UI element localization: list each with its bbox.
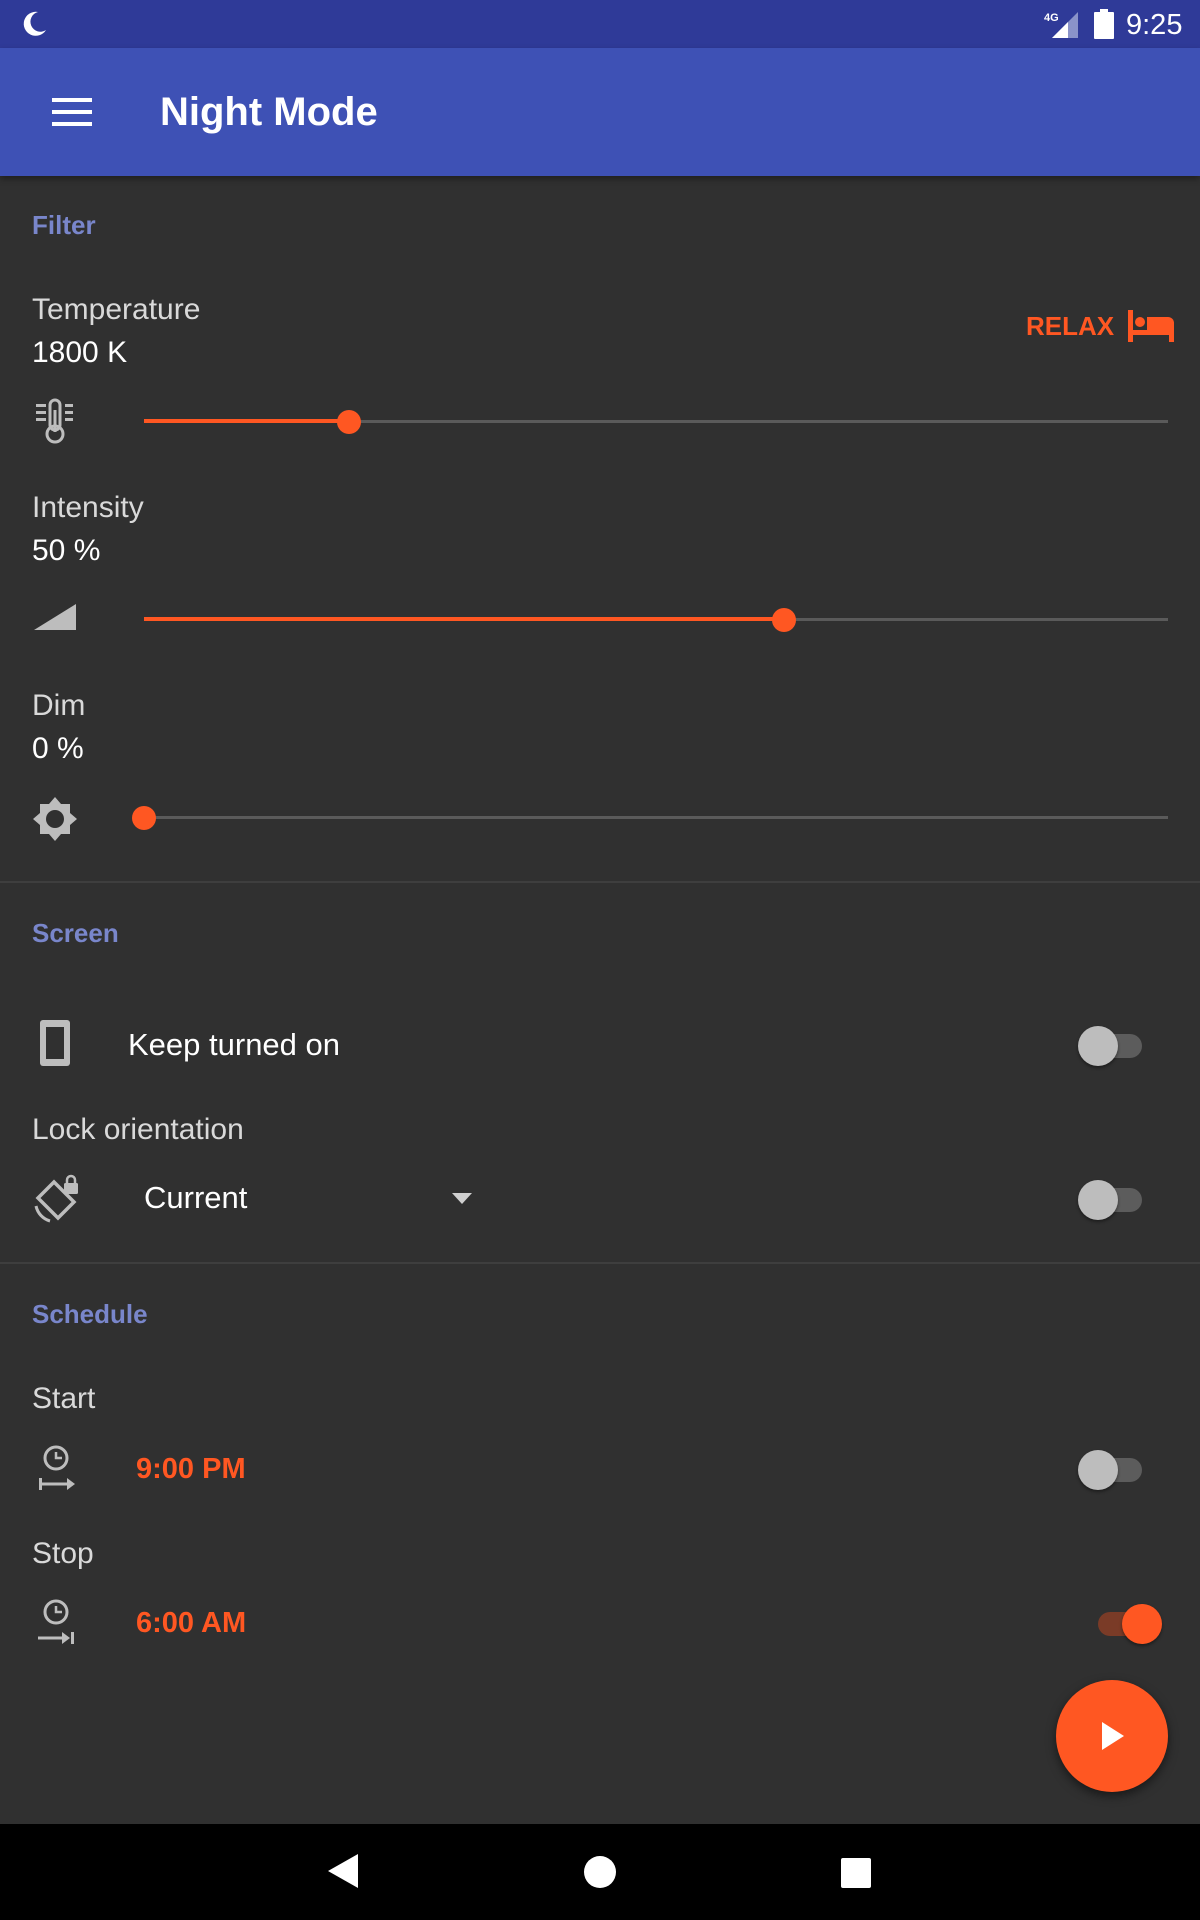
slider-fill (144, 617, 784, 621)
slider-fill (144, 419, 349, 423)
navigation-bar (0, 1824, 1200, 1920)
temperature-label: Temperature (32, 293, 201, 326)
play-icon (1102, 1722, 1124, 1750)
battery-icon (1094, 9, 1114, 39)
toggle-thumb (1078, 1450, 1118, 1490)
keep-on-toggle[interactable] (1078, 1024, 1148, 1066)
page-title: Night Mode (160, 90, 378, 134)
status-bar: 4G 9:25 (0, 0, 1200, 48)
schedule-section-title: Schedule (32, 1299, 148, 1329)
intensity-label: Intensity (32, 491, 144, 524)
dim-label: Dim (32, 689, 86, 722)
lock-orientation-label: Lock orientation (32, 1113, 244, 1146)
intensity-wedge-icon (34, 604, 76, 630)
orientation-selected-value: Current (144, 1180, 248, 1215)
intensity-value: 50 % (32, 534, 101, 567)
hamburger-menu-icon[interactable] (52, 96, 92, 128)
start-label: Start (32, 1382, 96, 1415)
screen-section-title: Screen (32, 918, 119, 948)
lock-orientation-toggle[interactable] (1078, 1178, 1148, 1220)
start-time[interactable]: 9:00 PM (136, 1453, 246, 1486)
stop-time[interactable]: 6:00 AM (136, 1607, 246, 1640)
bed-icon (1128, 310, 1174, 342)
toggle-thumb (1122, 1604, 1162, 1644)
stop-toggle[interactable] (1092, 1602, 1162, 1644)
stop-label: Stop (32, 1537, 94, 1570)
dim-value: 0 % (32, 732, 84, 765)
keep-on-label: Keep turned on (128, 1027, 341, 1062)
slider-track (144, 816, 1168, 819)
relax-label: RELAX (1026, 311, 1115, 341)
start-toggle[interactable] (1078, 1448, 1148, 1490)
slider-thumb[interactable] (132, 806, 156, 830)
home-icon[interactable] (584, 1856, 616, 1888)
recents-icon[interactable] (841, 1858, 871, 1888)
dim-slider[interactable] (132, 797, 1168, 837)
intensity-slider[interactable] (144, 599, 1168, 639)
signal-icon: 4G (1044, 12, 1078, 38)
moon-icon (23, 11, 46, 36)
toggle-thumb (1078, 1180, 1118, 1220)
temperature-value: 1800 K (32, 336, 128, 369)
toggle-thumb (1078, 1026, 1118, 1066)
network-type-label: 4G (1044, 12, 1059, 24)
temperature-slider[interactable] (144, 401, 1168, 441)
play-fab-button[interactable] (1056, 1680, 1168, 1792)
phone-icon (40, 1020, 70, 1066)
dropdown-arrow-icon (452, 1193, 472, 1204)
thermometer-icon (36, 398, 73, 444)
filter-section-title: Filter (32, 210, 96, 240)
back-icon[interactable] (328, 1854, 358, 1888)
section-divider (0, 1262, 1200, 1264)
slider-thumb[interactable] (336, 410, 361, 434)
screen-lock-rotation-icon (34, 1174, 78, 1223)
app-bar: Night Mode (0, 48, 1200, 176)
clock-start-icon (39, 1445, 75, 1490)
section-divider (0, 881, 1200, 883)
clock-end-icon (38, 1599, 74, 1644)
brightness-icon (33, 797, 77, 841)
status-time: 9:25 (1126, 9, 1183, 41)
slider-thumb[interactable] (772, 608, 796, 632)
